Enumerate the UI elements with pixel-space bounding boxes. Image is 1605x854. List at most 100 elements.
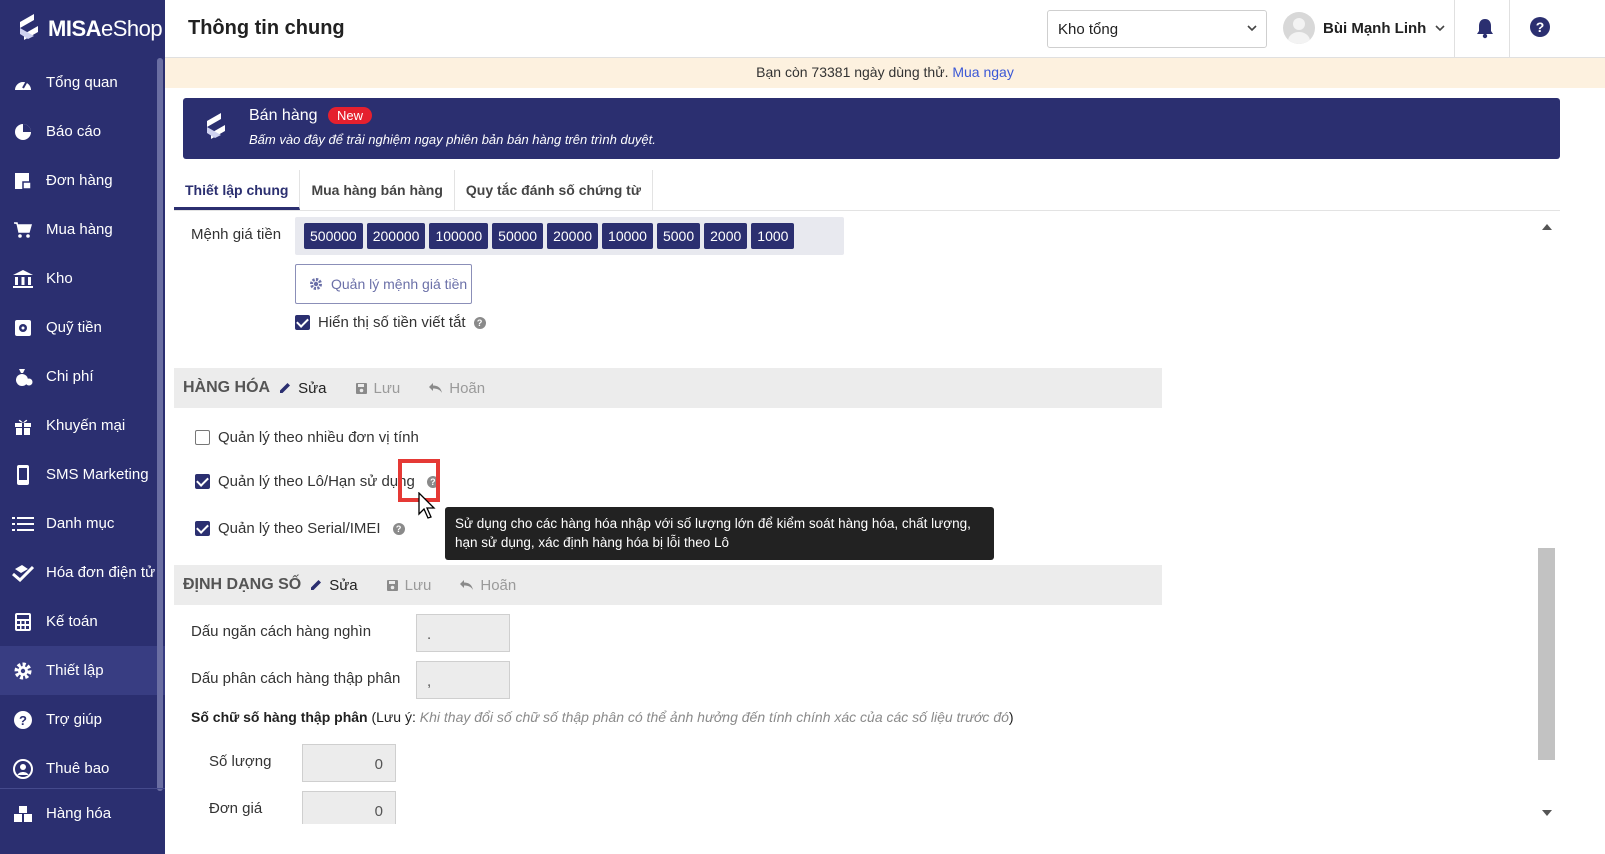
sidebar-item-warehouse[interactable]: Kho: [0, 254, 165, 303]
decimal-note-suffix: ): [1008, 709, 1014, 725]
number-save-button[interactable]: Lưu: [386, 577, 431, 594]
goods-save-button[interactable]: Lưu: [355, 380, 400, 397]
tab-thiet-lap-chung[interactable]: Thiết lập chung: [174, 170, 301, 210]
chevron-down-icon: [1247, 25, 1257, 32]
denomination-chip[interactable]: 100000: [429, 223, 489, 249]
sidebar-item-label: Kho: [46, 270, 73, 287]
tab-mua-hang-ban-hang[interactable]: Mua hàng bán hàng: [300, 170, 455, 210]
page-title: Thông tin chung: [188, 17, 345, 39]
cart-icon: [12, 219, 34, 241]
dashboard-icon: [12, 72, 34, 94]
scroll-down-icon[interactable]: [1542, 810, 1552, 816]
sidebar-item-list[interactable]: Danh mục: [0, 499, 165, 548]
denomination-chip[interactable]: 50000: [492, 223, 544, 249]
safe-icon: [12, 317, 34, 339]
sidebar-item-gear[interactable]: Thiết lập: [0, 646, 165, 695]
content-scrollbar[interactable]: [1536, 212, 1560, 824]
sidebar-item-dashboard[interactable]: Tổng quan: [0, 58, 165, 107]
manage-denomination-label: Quản lý mệnh giá tiền: [331, 276, 468, 292]
promo-banner[interactable]: Bán hàng New Bấm vào đây để trải nghiệm …: [183, 98, 1560, 159]
edit-label: Sửa: [329, 576, 358, 594]
gear-icon: [12, 660, 34, 682]
sidebar-item-hang-hoa[interactable]: Hàng hóa: [0, 789, 165, 838]
goods-edit-button[interactable]: Sửa: [278, 380, 327, 397]
promo-title: Bán hàng: [249, 107, 318, 124]
sidebar-item-help[interactable]: ? Trợ giúp: [0, 695, 165, 744]
decimal-sep-field[interactable]: ,: [416, 661, 510, 699]
goods-section-header: HÀNG HÓA Sửa Lưu Hoãn: [174, 368, 1162, 408]
sidebar-scrollbar[interactable]: [157, 58, 163, 791]
manage-denomination-button[interactable]: Quản lý mệnh giá tiền: [295, 264, 472, 304]
sidebar-item-calculator[interactable]: Kế toán: [0, 597, 165, 646]
denomination-chip[interactable]: 200000: [366, 223, 426, 249]
sidebar-item-phone[interactable]: SMS Marketing: [0, 450, 165, 499]
question-icon[interactable]: ?: [392, 522, 405, 535]
mouse-cursor-icon: [418, 492, 436, 519]
unit-price-label: Đơn giá: [209, 800, 263, 817]
lot-expiry-tooltip: Sử dụng cho các hàng hóa nhập với số lượ…: [445, 507, 994, 560]
sidebar-item-user[interactable]: Thuê bao: [0, 744, 165, 793]
sidebar-item-invoice[interactable]: Hóa đơn điện tử: [0, 548, 165, 597]
store-select[interactable]: Kho tổng: [1047, 10, 1267, 48]
sidebar-item-safe[interactable]: Quỹ tiền: [0, 303, 165, 352]
buy-now-link[interactable]: Mua ngay: [952, 64, 1013, 80]
lot-expiry-label: Quản lý theo Lô/Hạn sử dụng: [218, 473, 415, 490]
short-amount-checkbox[interactable]: [295, 315, 310, 330]
sidebar: MISAeShop Tổng quan Báo cáo Đơn hàng Mua hà…: [0, 0, 165, 854]
warehouse-icon: [12, 268, 34, 290]
save-icon: [386, 579, 398, 591]
short-amount-label: Hiển thị số tiền viết tắt: [318, 314, 466, 331]
sidebar-item-label: Kế toán: [46, 613, 98, 630]
cancel-label: Hoãn: [449, 379, 486, 397]
denomination-chip[interactable]: 1000: [751, 223, 795, 249]
serial-imei-checkbox[interactable]: [195, 521, 210, 536]
denomination-chip[interactable]: 2000: [704, 223, 748, 249]
multi-unit-checkbox[interactable]: [195, 430, 210, 445]
number-edit-button[interactable]: Sửa: [309, 576, 358, 594]
help-icon[interactable]: ?: [1529, 16, 1551, 38]
tab-quy-tac-danh-so[interactable]: Quy tắc đánh số chứng từ: [455, 170, 653, 210]
invoice-icon: [12, 562, 34, 584]
scroll-up-icon[interactable]: [1542, 224, 1552, 230]
sidebar-item-gift[interactable]: Khuyến mại: [0, 401, 165, 450]
misa-logo-icon: [207, 113, 225, 139]
question-icon[interactable]: ?: [473, 316, 486, 329]
header-divider: [1454, 0, 1455, 58]
scrollbar-thumb[interactable]: [1538, 548, 1555, 760]
denomination-label: Mệnh giá tiền: [191, 226, 282, 243]
quantity-label: Số lượng: [209, 753, 272, 770]
sidebar-item-label: Chi phí: [46, 368, 94, 385]
denomination-chip[interactable]: 10000: [602, 223, 653, 249]
decimal-digits-heading: Số chữ số hàng thập phân (Lưu ý: Khi tha…: [191, 709, 1014, 725]
denomination-chip[interactable]: 5000: [656, 223, 701, 249]
sidebar-item-label: SMS Marketing: [46, 466, 149, 483]
user-menu[interactable]: Bùi Mạnh Linh: [1283, 12, 1446, 44]
quantity-decimal-field[interactable]: 0: [302, 744, 396, 782]
new-badge: New: [328, 107, 373, 124]
user-name: Bùi Mạnh Linh: [1323, 19, 1427, 37]
multi-unit-label: Quản lý theo nhiều đơn vị tính: [218, 429, 419, 446]
sidebar-bottom: Hàng hóa: [0, 788, 165, 838]
sidebar-item-label: Báo cáo: [46, 123, 102, 140]
denomination-chip[interactable]: 20000: [547, 223, 599, 249]
promo-description: Bấm vào đây để trải nghiệm ngay phiên bả…: [249, 132, 656, 147]
decimal-note-prefix: (Lưu ý:: [371, 709, 416, 725]
bell-icon[interactable]: [1475, 17, 1495, 39]
goods-cancel-button[interactable]: Hoãn: [428, 380, 485, 397]
sidebar-item-order[interactable]: Đơn hàng: [0, 156, 165, 205]
trial-banner: Bạn còn 73381 ngày dùng thử. Mua ngay: [165, 58, 1605, 88]
sidebar-item-label: Khuyến mại: [46, 417, 126, 434]
sidebar-nav: Tổng quan Báo cáo Đơn hàng Mua hàng Kho Quỹ t…: [0, 58, 165, 793]
sidebar-item-cart[interactable]: Mua hàng: [0, 205, 165, 254]
lot-expiry-checkbox[interactable]: [195, 474, 210, 489]
sidebar-item-label: Thuê bao: [46, 760, 110, 777]
thousand-sep-field[interactable]: .: [416, 614, 510, 652]
thousand-sep-label: Dấu ngăn cách hàng nghìn: [191, 623, 372, 640]
sidebar-item-money-bag[interactable]: Chi phí: [0, 352, 165, 401]
sidebar-item-pie-chart[interactable]: Báo cáo: [0, 107, 165, 156]
unit-price-decimal-field[interactable]: 0: [302, 791, 396, 824]
number-cancel-button[interactable]: Hoãn: [459, 577, 516, 594]
denomination-chip[interactable]: 500000: [304, 223, 363, 249]
app-logo[interactable]: MISAeShop: [0, 0, 165, 58]
gift-icon: [12, 415, 34, 437]
